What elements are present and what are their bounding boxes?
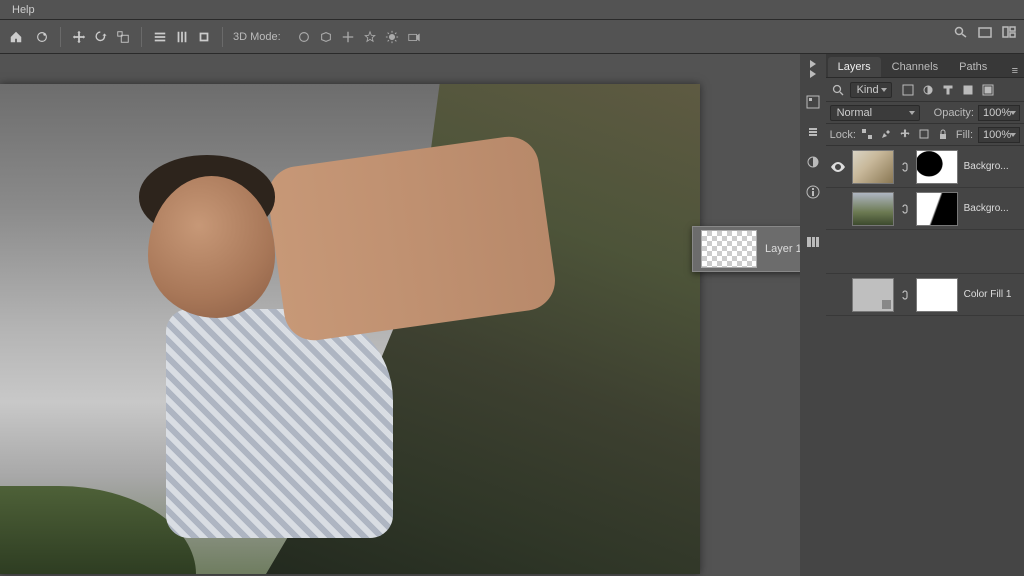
- filter-type-icon[interactable]: [940, 82, 956, 98]
- layer-thumbnail[interactable]: [852, 192, 894, 226]
- blend-row: Normal Opacity: 100%: [826, 102, 1024, 124]
- search-icon[interactable]: [830, 82, 846, 98]
- layer-gap: [826, 230, 1024, 274]
- arm-shape: [264, 133, 559, 344]
- layer-drag-preview[interactable]: Layer 1: [692, 226, 800, 272]
- layer-thumbnail[interactable]: [852, 150, 894, 184]
- opacity-value[interactable]: 100%: [978, 105, 1020, 121]
- filter-pixel-icon[interactable]: [900, 82, 916, 98]
- transform-group: [71, 29, 131, 45]
- blend-mode-dropdown[interactable]: Normal: [830, 105, 920, 121]
- tab-paths[interactable]: Paths: [949, 57, 997, 77]
- mode-label: 3D Mode:: [233, 31, 281, 43]
- mask-thumbnail[interactable]: [916, 150, 958, 184]
- adjustments-panel-icon[interactable]: [803, 152, 823, 172]
- workspace-icon[interactable]: [1002, 26, 1018, 40]
- lock-brush-icon[interactable]: [880, 128, 894, 142]
- layer-name[interactable]: Color Fill 1: [964, 289, 1012, 300]
- lock-transparency-icon[interactable]: [861, 128, 875, 142]
- lock-all-icon[interactable]: [937, 128, 951, 142]
- divider: [60, 27, 61, 47]
- window-controls: [954, 26, 1018, 40]
- mask-thumbnail[interactable]: [916, 192, 958, 226]
- libraries-panel-icon[interactable]: [803, 232, 823, 252]
- mode-sphere-icon[interactable]: [295, 29, 313, 45]
- divider: [222, 27, 223, 47]
- lock-artboard-icon[interactable]: [918, 128, 932, 142]
- layer-list: Backgro... Backgro... Color Fill 1: [826, 146, 1024, 316]
- layer-name[interactable]: Backgro...: [964, 161, 1009, 172]
- mode-light-icon[interactable]: [383, 29, 401, 45]
- link-icon[interactable]: [900, 202, 910, 216]
- align2-icon[interactable]: [174, 29, 190, 45]
- divider: [141, 27, 142, 47]
- collapse-icon[interactable]: [810, 60, 816, 78]
- mode-cube-icon[interactable]: [317, 29, 335, 45]
- layer-row[interactable]: Color Fill 1: [826, 274, 1024, 316]
- search-icon[interactable]: [954, 26, 970, 40]
- link-icon[interactable]: [900, 288, 910, 302]
- filter-type-icons: [900, 82, 996, 98]
- mode-buttons: [295, 29, 423, 45]
- mode-star-icon[interactable]: [361, 29, 379, 45]
- opacity-label: Opacity:: [934, 107, 974, 119]
- layer-name[interactable]: Backgro...: [964, 203, 1009, 214]
- lock-position-icon[interactable]: [899, 128, 913, 142]
- layer-row[interactable]: Backgro...: [826, 146, 1024, 188]
- mask-thumbnail[interactable]: [916, 278, 958, 312]
- dock-icons: [800, 54, 826, 576]
- move-icon[interactable]: [71, 29, 87, 45]
- visibility-eye-icon[interactable]: [830, 159, 846, 175]
- align3-icon[interactable]: [196, 29, 212, 45]
- align1-icon[interactable]: [152, 29, 168, 45]
- document-canvas[interactable]: [0, 84, 700, 574]
- lock-row: Lock: Fill: 100%: [826, 124, 1024, 146]
- layer-row[interactable]: Backgro...: [826, 188, 1024, 230]
- rotate-icon[interactable]: [93, 29, 109, 45]
- workspace: Layer 1 Layers Channels Paths ≡ Kin: [0, 54, 1024, 576]
- tab-layers[interactable]: Layers: [828, 57, 881, 77]
- person-layer: [84, 143, 539, 560]
- panels: Layers Channels Paths ≡ Kind Norma: [826, 54, 1024, 576]
- scale-icon[interactable]: [115, 29, 131, 45]
- menu-help[interactable]: Help: [12, 4, 35, 16]
- fill-thumbnail[interactable]: [852, 278, 894, 312]
- lock-label: Lock:: [830, 129, 856, 141]
- layer-filter-row: Kind: [826, 78, 1024, 102]
- orbit-icon[interactable]: [34, 29, 50, 45]
- fill-label: Fill:: [956, 129, 973, 141]
- drag-thumbnail: [701, 230, 757, 268]
- share-icon[interactable]: [978, 26, 994, 40]
- filter-shape-icon[interactable]: [960, 82, 976, 98]
- menu-bar: Help: [0, 0, 1024, 20]
- drag-label: Layer 1: [765, 243, 800, 255]
- panel-menu-icon[interactable]: ≡: [1006, 65, 1024, 77]
- mode-cross-icon[interactable]: [339, 29, 357, 45]
- history-panel-icon[interactable]: [803, 92, 823, 112]
- options-bar: 3D Mode:: [0, 20, 1024, 54]
- link-icon[interactable]: [900, 160, 910, 174]
- panel-tabs: Layers Channels Paths ≡: [826, 54, 1024, 78]
- properties-panel-icon[interactable]: [803, 122, 823, 142]
- home-icon[interactable]: [8, 29, 24, 45]
- info-panel-icon[interactable]: [803, 182, 823, 202]
- fill-value[interactable]: 100%: [978, 127, 1020, 143]
- filter-kind-dropdown[interactable]: Kind: [850, 82, 892, 98]
- canvas-area[interactable]: Layer 1: [0, 54, 800, 576]
- filter-adjust-icon[interactable]: [920, 82, 936, 98]
- tab-channels[interactable]: Channels: [882, 57, 948, 77]
- right-rail: Layers Channels Paths ≡ Kind Norma: [800, 54, 1024, 576]
- mode-camera-icon[interactable]: [405, 29, 423, 45]
- filter-smart-icon[interactable]: [980, 82, 996, 98]
- align-group: [152, 29, 212, 45]
- shirt-shape: [166, 309, 394, 538]
